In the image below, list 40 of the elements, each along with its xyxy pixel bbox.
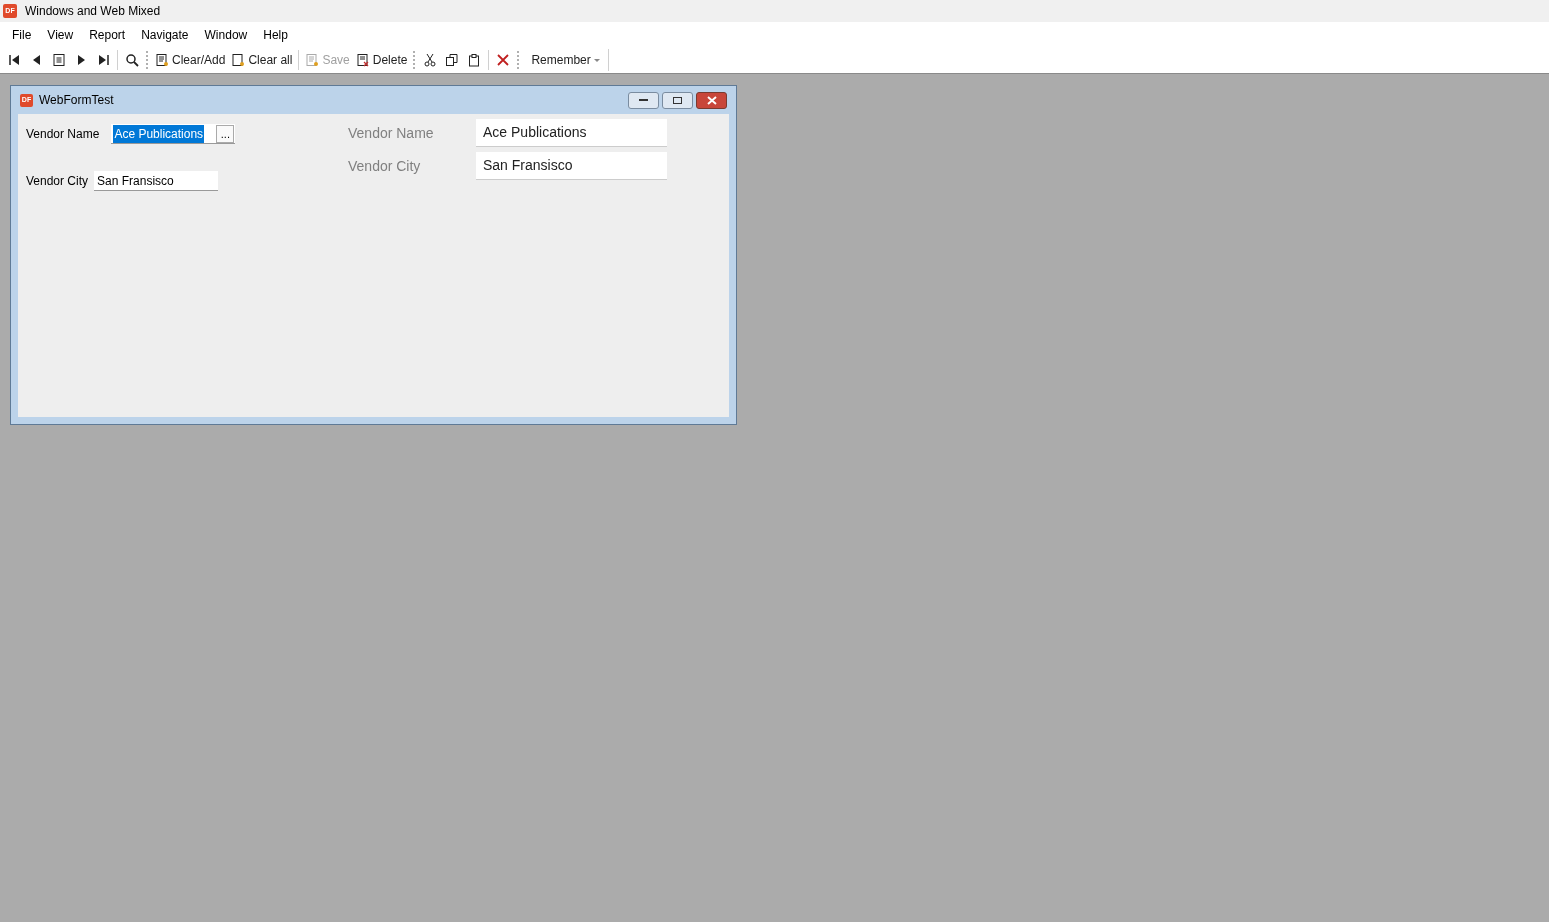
search-icon [125,53,139,67]
menu-item[interactable]: Navigate [133,25,197,44]
document-icon [155,53,169,67]
minimize-button[interactable] [628,91,659,109]
menu-item[interactable]: File [4,25,40,44]
toolbar-button[interactable]: Clear all [228,49,296,71]
scissors-icon [423,53,438,67]
close-icon [706,95,717,105]
lookup-button[interactable]: ... [216,124,235,143]
delete-document-icon [355,53,370,67]
close-button[interactable] [696,91,727,109]
text-field[interactable]: Ace Publications ... [111,124,236,144]
copy-icon [445,53,460,67]
form-title: WebFormTest [39,92,114,109]
page-icon [231,53,246,67]
list-icon [52,53,66,67]
delete-icon [496,53,511,67]
text-field[interactable]: San Fransisco [94,171,219,191]
first-record-icon [8,53,22,67]
menu-item[interactable]: Help [255,25,296,44]
text-field[interactable]: Ace Publications [476,119,667,147]
minimize-icon [639,99,648,101]
maximize-button[interactable] [662,91,693,109]
clipboard-icon [467,53,482,67]
toolbar-button[interactable]: Delete [352,49,411,71]
last-record-icon [96,53,110,67]
toolbar-button[interactable]: Clear/Add [152,49,229,71]
menu-item[interactable]: View [39,25,82,44]
maximize-icon [673,96,682,104]
document-icon [305,53,320,67]
window-title: Windows and Web Mixed [25,3,161,20]
menu-item[interactable]: Report [81,25,134,44]
menu-item[interactable]: Window [196,25,256,44]
caret-icon [593,58,600,62]
field-label: Vendor City [348,156,422,176]
remember-dropdown[interactable]: Remember [523,49,609,71]
field-label: Vendor City [26,173,89,190]
field-label: Vendor Name [348,123,435,143]
field-label: Vendor Name [26,126,100,143]
text-field[interactable]: San Fransisco [476,152,667,180]
